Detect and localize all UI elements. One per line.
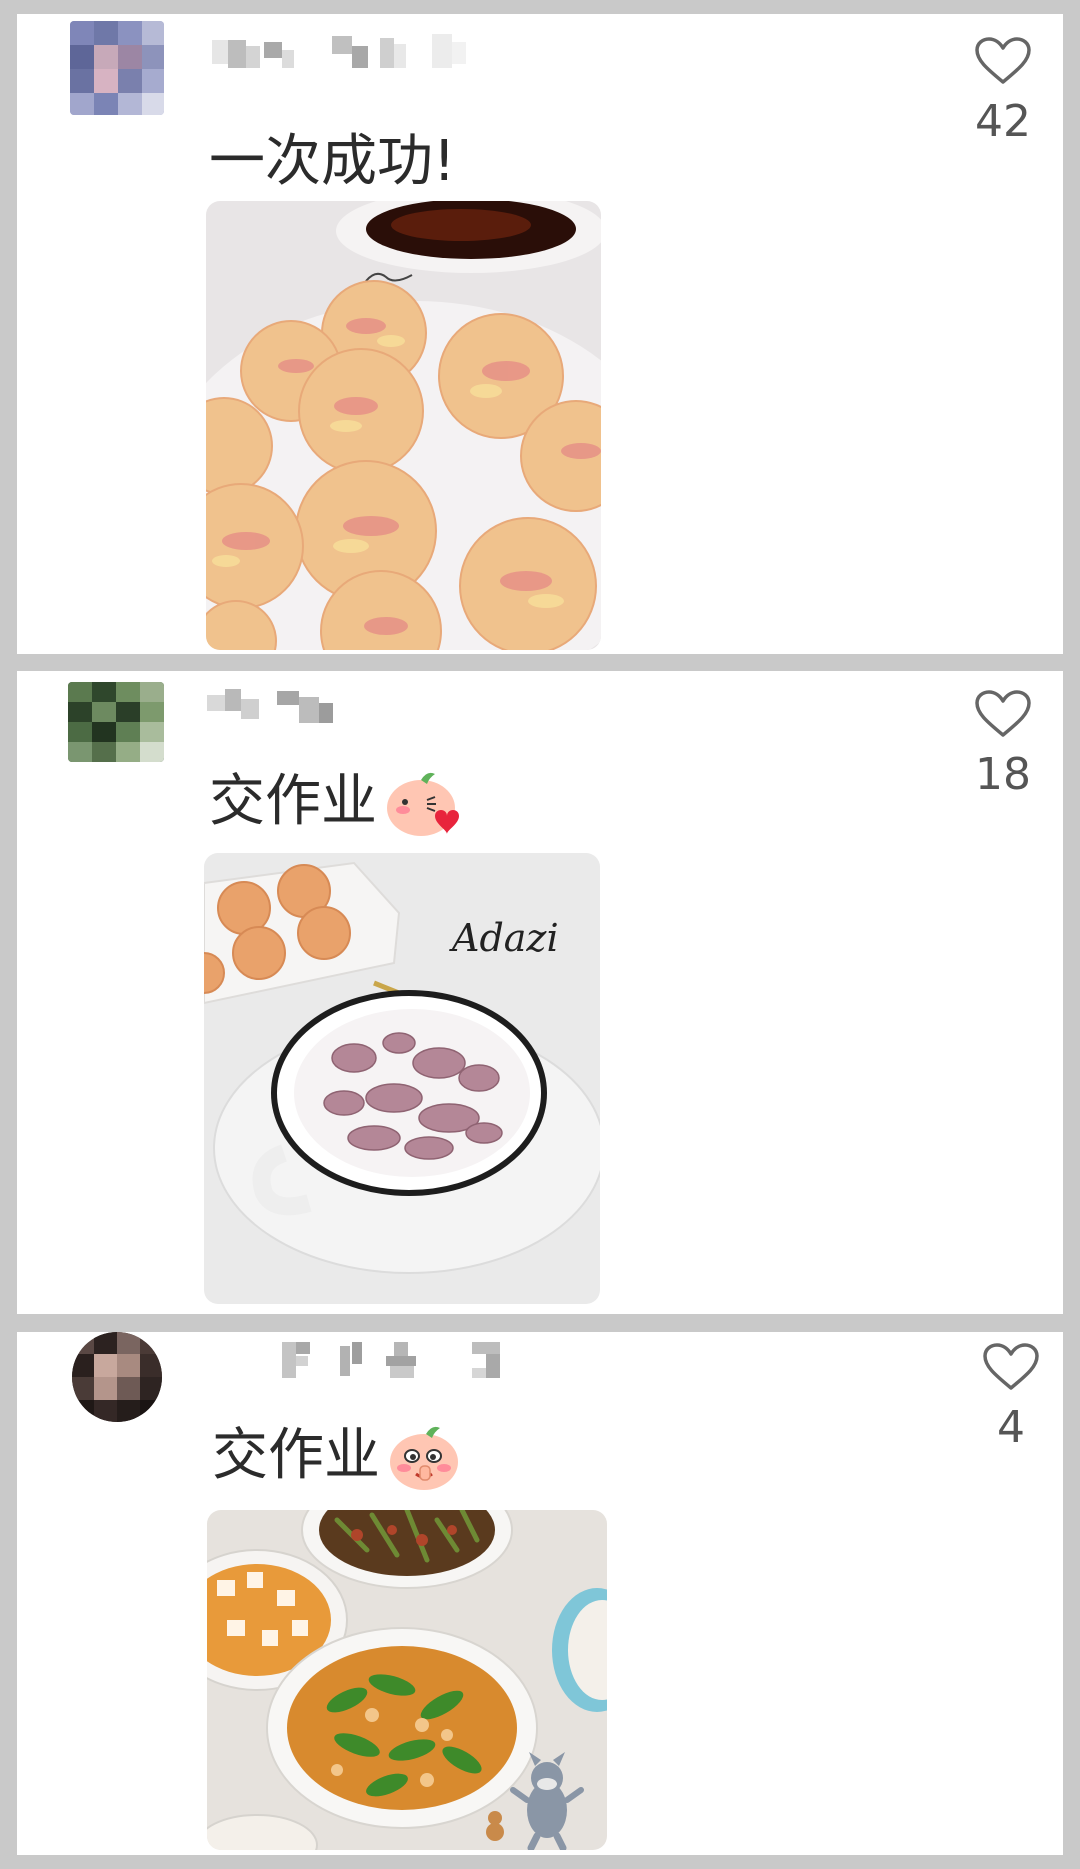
heart-outline-icon	[975, 37, 1031, 84]
comment-photo[interactable]	[207, 1510, 607, 1850]
comment-card: 交作业 4	[17, 1332, 1063, 1855]
avatar-pixelated-image	[68, 682, 164, 762]
like-button[interactable]: 4	[971, 1342, 1051, 1453]
username-pixelation	[212, 34, 466, 68]
avatar-pixelated-image	[72, 1332, 162, 1422]
photo-watermark: Adazi	[449, 916, 559, 960]
username-pixelation	[282, 1342, 500, 1378]
comment-text-label: 交作业	[212, 1423, 380, 1488]
avatar-pixelated-image	[70, 21, 164, 115]
avatar[interactable]	[68, 682, 164, 762]
comment-text: 一次成功!	[209, 134, 455, 190]
like-count: 42	[975, 96, 1031, 147]
comment-text-label: 一次成功!	[209, 129, 456, 194]
like-count: 18	[975, 749, 1031, 800]
comment-photo[interactable]	[206, 201, 601, 650]
like-button[interactable]: 42	[963, 36, 1043, 147]
comment-photo[interactable]: Adazi	[204, 853, 600, 1304]
heart-outline-icon	[983, 1343, 1039, 1390]
dumplings-photo-illustration	[206, 201, 601, 650]
username-redacted[interactable]	[282, 1338, 562, 1382]
comment-text-label: 交作业	[209, 769, 377, 834]
avatar[interactable]	[72, 1332, 162, 1422]
peach-shy-emoji	[386, 1420, 462, 1492]
taro-balls-photo-illustration: Adazi	[204, 853, 600, 1304]
comment-card: 一次成功! 42	[17, 14, 1063, 654]
comment-card: 交作业 18 Adazi	[17, 671, 1063, 1314]
username-pixelation	[207, 689, 333, 723]
like-count: 4	[997, 1402, 1025, 1453]
username-redacted[interactable]	[207, 685, 347, 729]
avatar[interactable]	[70, 21, 164, 115]
like-button[interactable]: 18	[963, 689, 1043, 800]
comment-text: 交作业	[212, 1420, 462, 1492]
home-cooked-dishes-photo-illustration	[207, 1510, 607, 1850]
heart-outline-icon	[975, 690, 1031, 737]
peach-blush-heart-emoji	[383, 766, 461, 838]
username-redacted[interactable]	[212, 32, 482, 76]
comment-text: 交作业	[209, 766, 461, 838]
